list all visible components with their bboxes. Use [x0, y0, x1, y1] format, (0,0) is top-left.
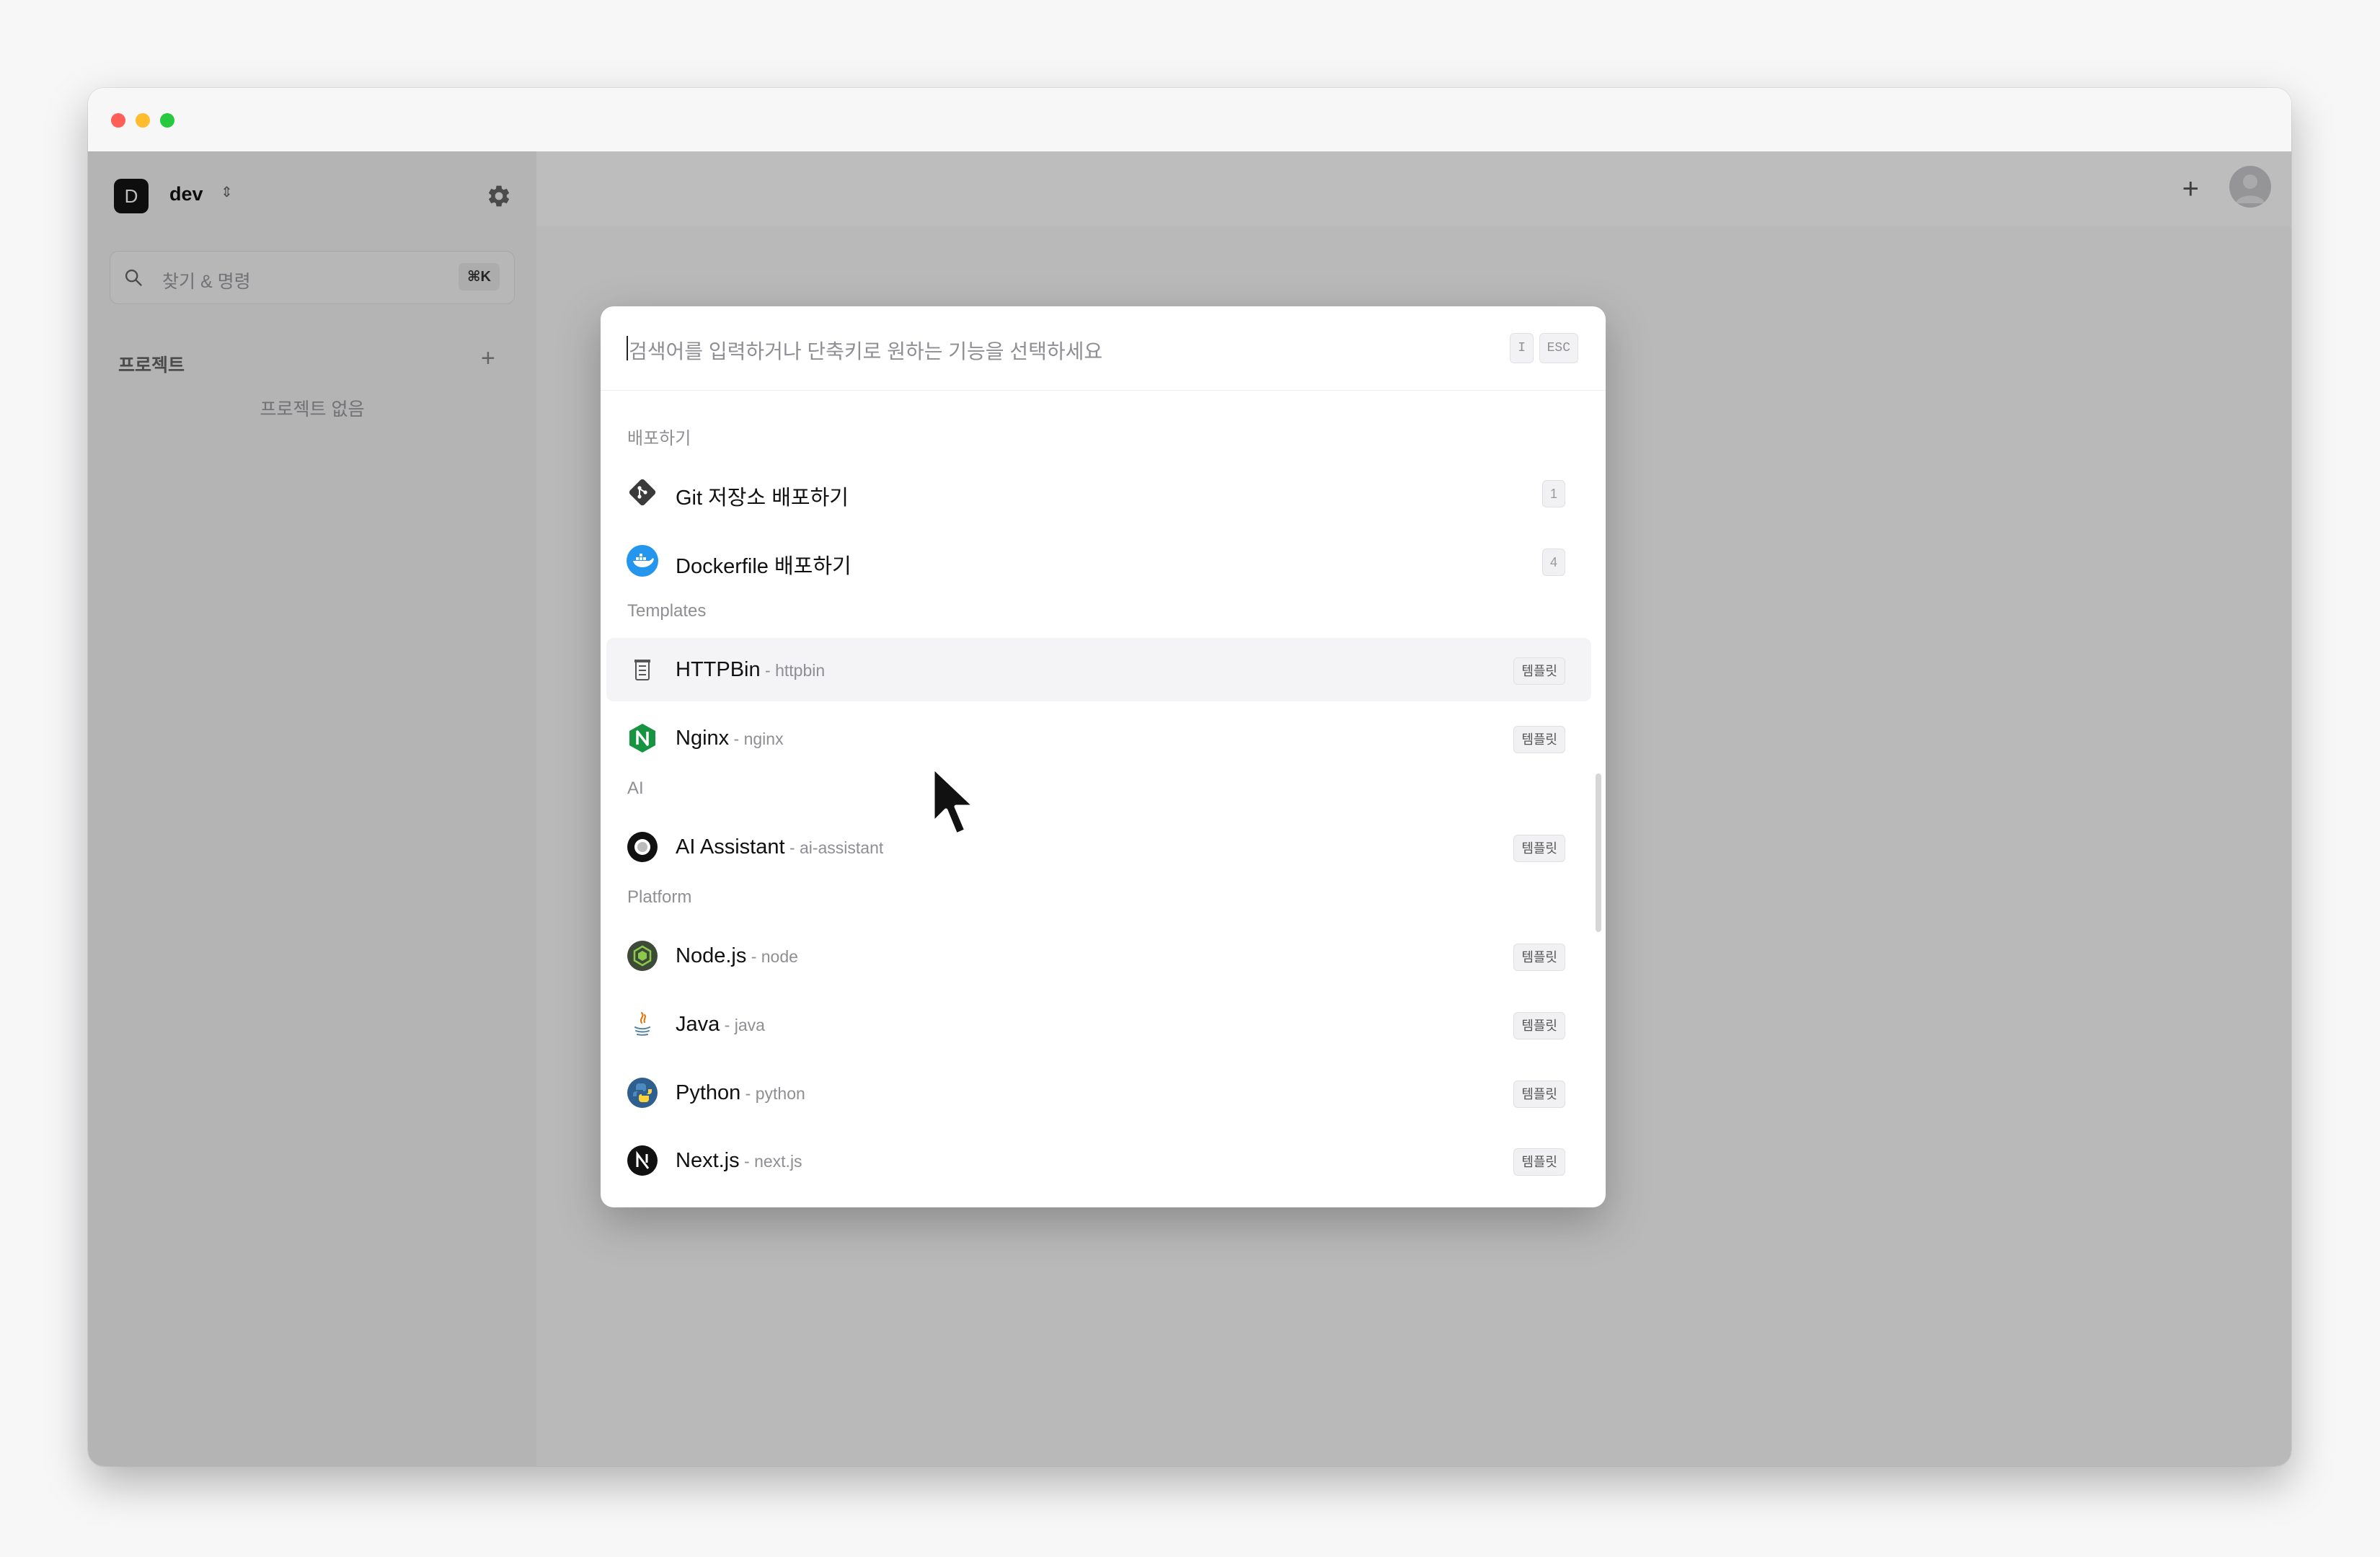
shortcut-key-badge: I: [1510, 333, 1534, 363]
template-badge: 템플릿: [1513, 726, 1565, 753]
palette-search-input[interactable]: 검색어를 입력하거나 단축키로 원하는 기능을 선택하세요: [629, 336, 1102, 365]
python-icon: [627, 1078, 658, 1108]
httpbin-icon: [634, 660, 650, 680]
group-heading-templates: Templates: [627, 601, 707, 621]
template-badge: 템플릿: [1513, 1012, 1565, 1039]
docker-icon: [627, 545, 658, 577]
zoom-window-button[interactable]: [160, 113, 174, 128]
item-label: Git 저장소 배포하기: [676, 487, 849, 510]
item-label: Python - python: [676, 1081, 805, 1104]
item-label: Node.js - node: [676, 944, 798, 967]
java-icon: [634, 1012, 650, 1036]
palette-item-ai-assistant[interactable]: AI Assistant - ai-assistant 템플릿: [606, 815, 1591, 879]
item-label: Next.js - next.js: [676, 1149, 802, 1172]
template-badge: 템플릿: [1513, 835, 1565, 862]
template-badge: 템플릿: [1513, 657, 1565, 685]
palette-item-httpbin[interactable]: HTTPBin - httpbin 템플릿: [606, 638, 1591, 701]
palette-item-dockerfile-deploy[interactable]: Dockerfile 배포하기 4: [606, 529, 1591, 593]
mouse-pointer-icon: [931, 766, 977, 837]
palette-item-nextjs[interactable]: Next.js - next.js 템플릿: [606, 1129, 1591, 1192]
template-badge: 템플릿: [1513, 944, 1565, 971]
item-label: HTTPBin - httpbin: [676, 658, 826, 681]
template-badge: 템플릿: [1513, 1148, 1565, 1176]
group-heading-ai: AI: [627, 778, 644, 798]
palette-item-java[interactable]: Java - java 템플릿: [606, 993, 1591, 1056]
esc-key-badge[interactable]: ESC: [1539, 333, 1578, 363]
palette-item-nginx[interactable]: Nginx - nginx 템플릿: [606, 706, 1591, 770]
group-heading-deploy: 배포하기: [627, 429, 691, 448]
title-bar: [88, 88, 2291, 152]
palette-item-python[interactable]: Python - python 템플릿: [606, 1061, 1591, 1124]
minimize-window-button[interactable]: [136, 113, 150, 128]
close-window-button[interactable]: [111, 113, 125, 128]
palette-search-bar[interactable]: 검색어를 입력하거나 단축키로 원하는 기능을 선택하세요 ESC I: [601, 306, 1606, 391]
git-icon: [629, 479, 656, 506]
item-label: Java - java: [676, 1013, 765, 1036]
text-cursor: [627, 336, 628, 360]
item-label: Dockerfile 배포하기: [676, 555, 851, 578]
command-palette: 검색어를 입력하거나 단축키로 원하는 기능을 선택하세요 ESC I 배포하기…: [601, 306, 1606, 1207]
item-label: AI Assistant - ai-assistant: [676, 835, 884, 859]
group-heading-platform: Platform: [627, 887, 692, 907]
palette-scrollbar[interactable]: [1596, 773, 1601, 932]
palette-item-nodejs[interactable]: Node.js - node 템플릿: [606, 924, 1591, 988]
nodejs-icon: [627, 941, 658, 971]
palette-item-git-deploy[interactable]: Git 저장소 배포하기 1: [606, 461, 1591, 524]
nginx-icon: [629, 724, 655, 753]
nextjs-icon: [627, 1145, 658, 1176]
shortcut-badge: 1: [1541, 480, 1565, 507]
palette-results: 배포하기 Git 저장소 배포하기 1 Dockerfile 배포하기 4 Te…: [601, 390, 1606, 1207]
shortcut-badge: 4: [1541, 549, 1565, 576]
ai-assistant-icon: [627, 832, 658, 862]
template-badge: 템플릿: [1513, 1081, 1565, 1108]
item-label: Nginx - nginx: [676, 727, 784, 750]
